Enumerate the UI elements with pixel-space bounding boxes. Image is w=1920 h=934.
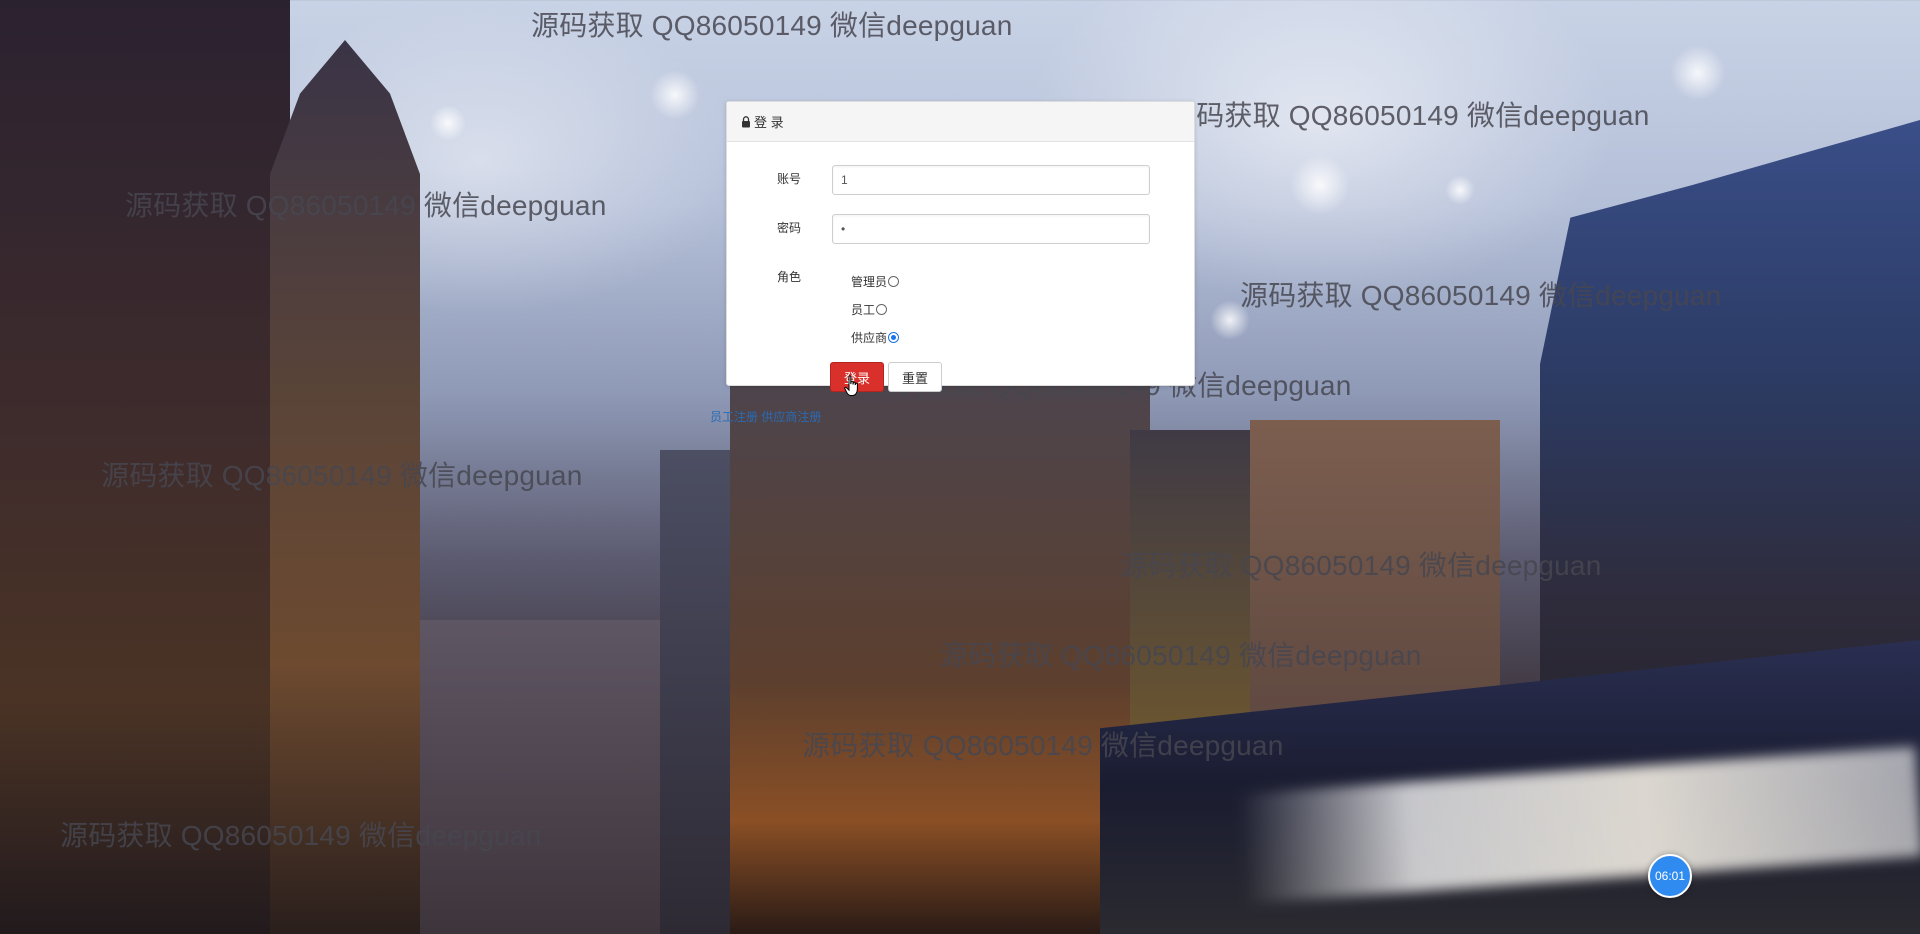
password-input[interactable] xyxy=(832,214,1150,244)
radio-button[interactable] xyxy=(888,276,900,287)
watermark-text: 源码获取 QQ86050149 微信deepguan xyxy=(60,820,542,851)
role-option-admin[interactable]: 管理员 xyxy=(851,273,900,290)
watermark-text: 源码获取 QQ86050149 微信deepguan xyxy=(940,640,1422,671)
username-label: 账号 xyxy=(777,172,802,186)
role-option-label: 员工 xyxy=(851,303,876,317)
login-panel: 登 录 账号 密码 角色 管理员 员工 供应商 xyxy=(726,101,1195,386)
role-option-employee[interactable]: 员工 xyxy=(851,301,888,318)
lock-icon xyxy=(742,115,750,127)
bokeh-light xyxy=(430,105,466,141)
radio-button[interactable] xyxy=(876,304,888,315)
reset-button[interactable]: 重置 xyxy=(888,362,942,392)
register-supplier-link[interactable]: 供应商注册 xyxy=(761,410,821,424)
role-option-label: 供应商 xyxy=(851,331,888,345)
watermark-text: 源码获取 QQ86050149 微信deepguan xyxy=(101,460,583,491)
role-option-label: 管理员 xyxy=(851,275,888,289)
clock-badge[interactable]: 06:01 xyxy=(1648,854,1692,898)
hand-cursor-icon xyxy=(844,375,858,396)
watermark-text: 源码获取 QQ86050149 微信deepguan xyxy=(1120,550,1602,581)
register-employee-link[interactable]: 员工注册 xyxy=(710,410,758,424)
watermark-text: 源码获取 QQ86050149 微信deepguan xyxy=(1240,280,1722,311)
password-label: 密码 xyxy=(777,221,802,235)
role-option-supplier[interactable]: 供应商 xyxy=(851,329,900,346)
login-panel-heading: 登 录 xyxy=(727,102,1194,142)
watermark-text: 源码获取 QQ86050149 微信deepguan xyxy=(802,730,1284,761)
watermark-text: 源码获取 QQ86050149 微信deepguan xyxy=(531,10,1013,41)
role-label: 角色 xyxy=(777,270,802,284)
bokeh-light xyxy=(1445,175,1475,205)
watermark-text: 源码获取 QQ86050149 微信deepguan xyxy=(125,190,607,221)
register-links: 员工注册 供应商注册 xyxy=(710,408,821,425)
bokeh-light xyxy=(1290,155,1350,215)
background-building xyxy=(420,620,670,934)
watermark-text: 源码获取 QQ86050149 微信deepguan xyxy=(1168,100,1650,131)
username-input[interactable] xyxy=(832,165,1150,195)
radio-button-selected[interactable] xyxy=(888,332,900,343)
login-title: 登 录 xyxy=(754,115,784,130)
bokeh-light xyxy=(1670,45,1726,101)
bokeh-light xyxy=(650,70,700,120)
